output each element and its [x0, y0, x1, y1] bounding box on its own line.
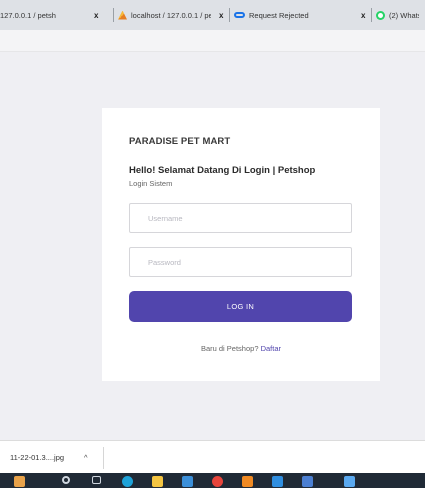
page-background: PARADISE PET MART Hello! Selamat Datang …	[0, 52, 425, 440]
task-view-icon[interactable]	[92, 476, 101, 484]
chevron-up-icon[interactable]: ^	[84, 453, 88, 462]
browser-toolbar	[0, 30, 425, 52]
login-button[interactable]: LOG IN	[129, 291, 352, 322]
tab-close-icon[interactable]: x	[219, 11, 223, 20]
edge-icon[interactable]	[122, 476, 133, 487]
username-input[interactable]	[129, 203, 352, 233]
app-icon[interactable]	[242, 476, 253, 487]
vscode-icon[interactable]	[272, 476, 283, 487]
start-icon[interactable]	[14, 476, 25, 487]
browser-tab-2[interactable]: localhost / 127.0.0.1 / petsh x	[114, 0, 230, 30]
search-icon[interactable]	[62, 476, 70, 484]
register-link[interactable]: Daftar	[261, 344, 281, 353]
browser-tab-4[interactable]: (2) Whats	[372, 0, 425, 30]
app-icon-2[interactable]	[344, 476, 355, 487]
tab-label: localhost / 127.0.0.1 / petsh	[131, 10, 211, 20]
tab-close-icon[interactable]: x	[94, 11, 98, 20]
welcome-heading: Hello! Selamat Datang Di Login | Petshop	[129, 165, 316, 176]
register-prompt-text: Baru di Petshop?	[200, 344, 259, 353]
download-bar: 11-22-01.3....jpg ^	[0, 440, 425, 473]
tab-label: 127.0.0.1 / petsh	[0, 10, 56, 20]
brand-title: PARADISE PET MART	[129, 136, 231, 147]
tab-label: (2) Whats	[389, 10, 419, 20]
login-subtitle: Login Sistem	[129, 179, 173, 188]
download-divider	[103, 447, 104, 469]
tab-label: Request Rejected	[249, 10, 309, 20]
download-item[interactable]: 11-22-01.3....jpg	[10, 453, 64, 462]
browser-tab-strip: 127.0.0.1 / petsh x localhost / 127.0.0.…	[0, 0, 425, 30]
password-input[interactable]	[129, 247, 352, 277]
browser-tab-3[interactable]: Request Rejected x	[230, 0, 372, 30]
tab-close-icon[interactable]: x	[361, 11, 365, 20]
folder-icon[interactable]	[152, 476, 163, 487]
store-icon[interactable]	[182, 476, 193, 487]
whatsapp-icon	[376, 10, 385, 20]
register-prompt: Baru di Petshop? Daftar	[102, 344, 380, 353]
phpmyadmin-icon	[118, 10, 127, 20]
taskbar	[0, 473, 425, 488]
browser-tab-1[interactable]: 127.0.0.1 / petsh x	[0, 0, 114, 30]
link-icon	[234, 12, 245, 18]
chrome-icon[interactable]	[212, 476, 223, 487]
word-icon[interactable]	[302, 476, 313, 487]
login-card: PARADISE PET MART Hello! Selamat Datang …	[102, 108, 380, 381]
